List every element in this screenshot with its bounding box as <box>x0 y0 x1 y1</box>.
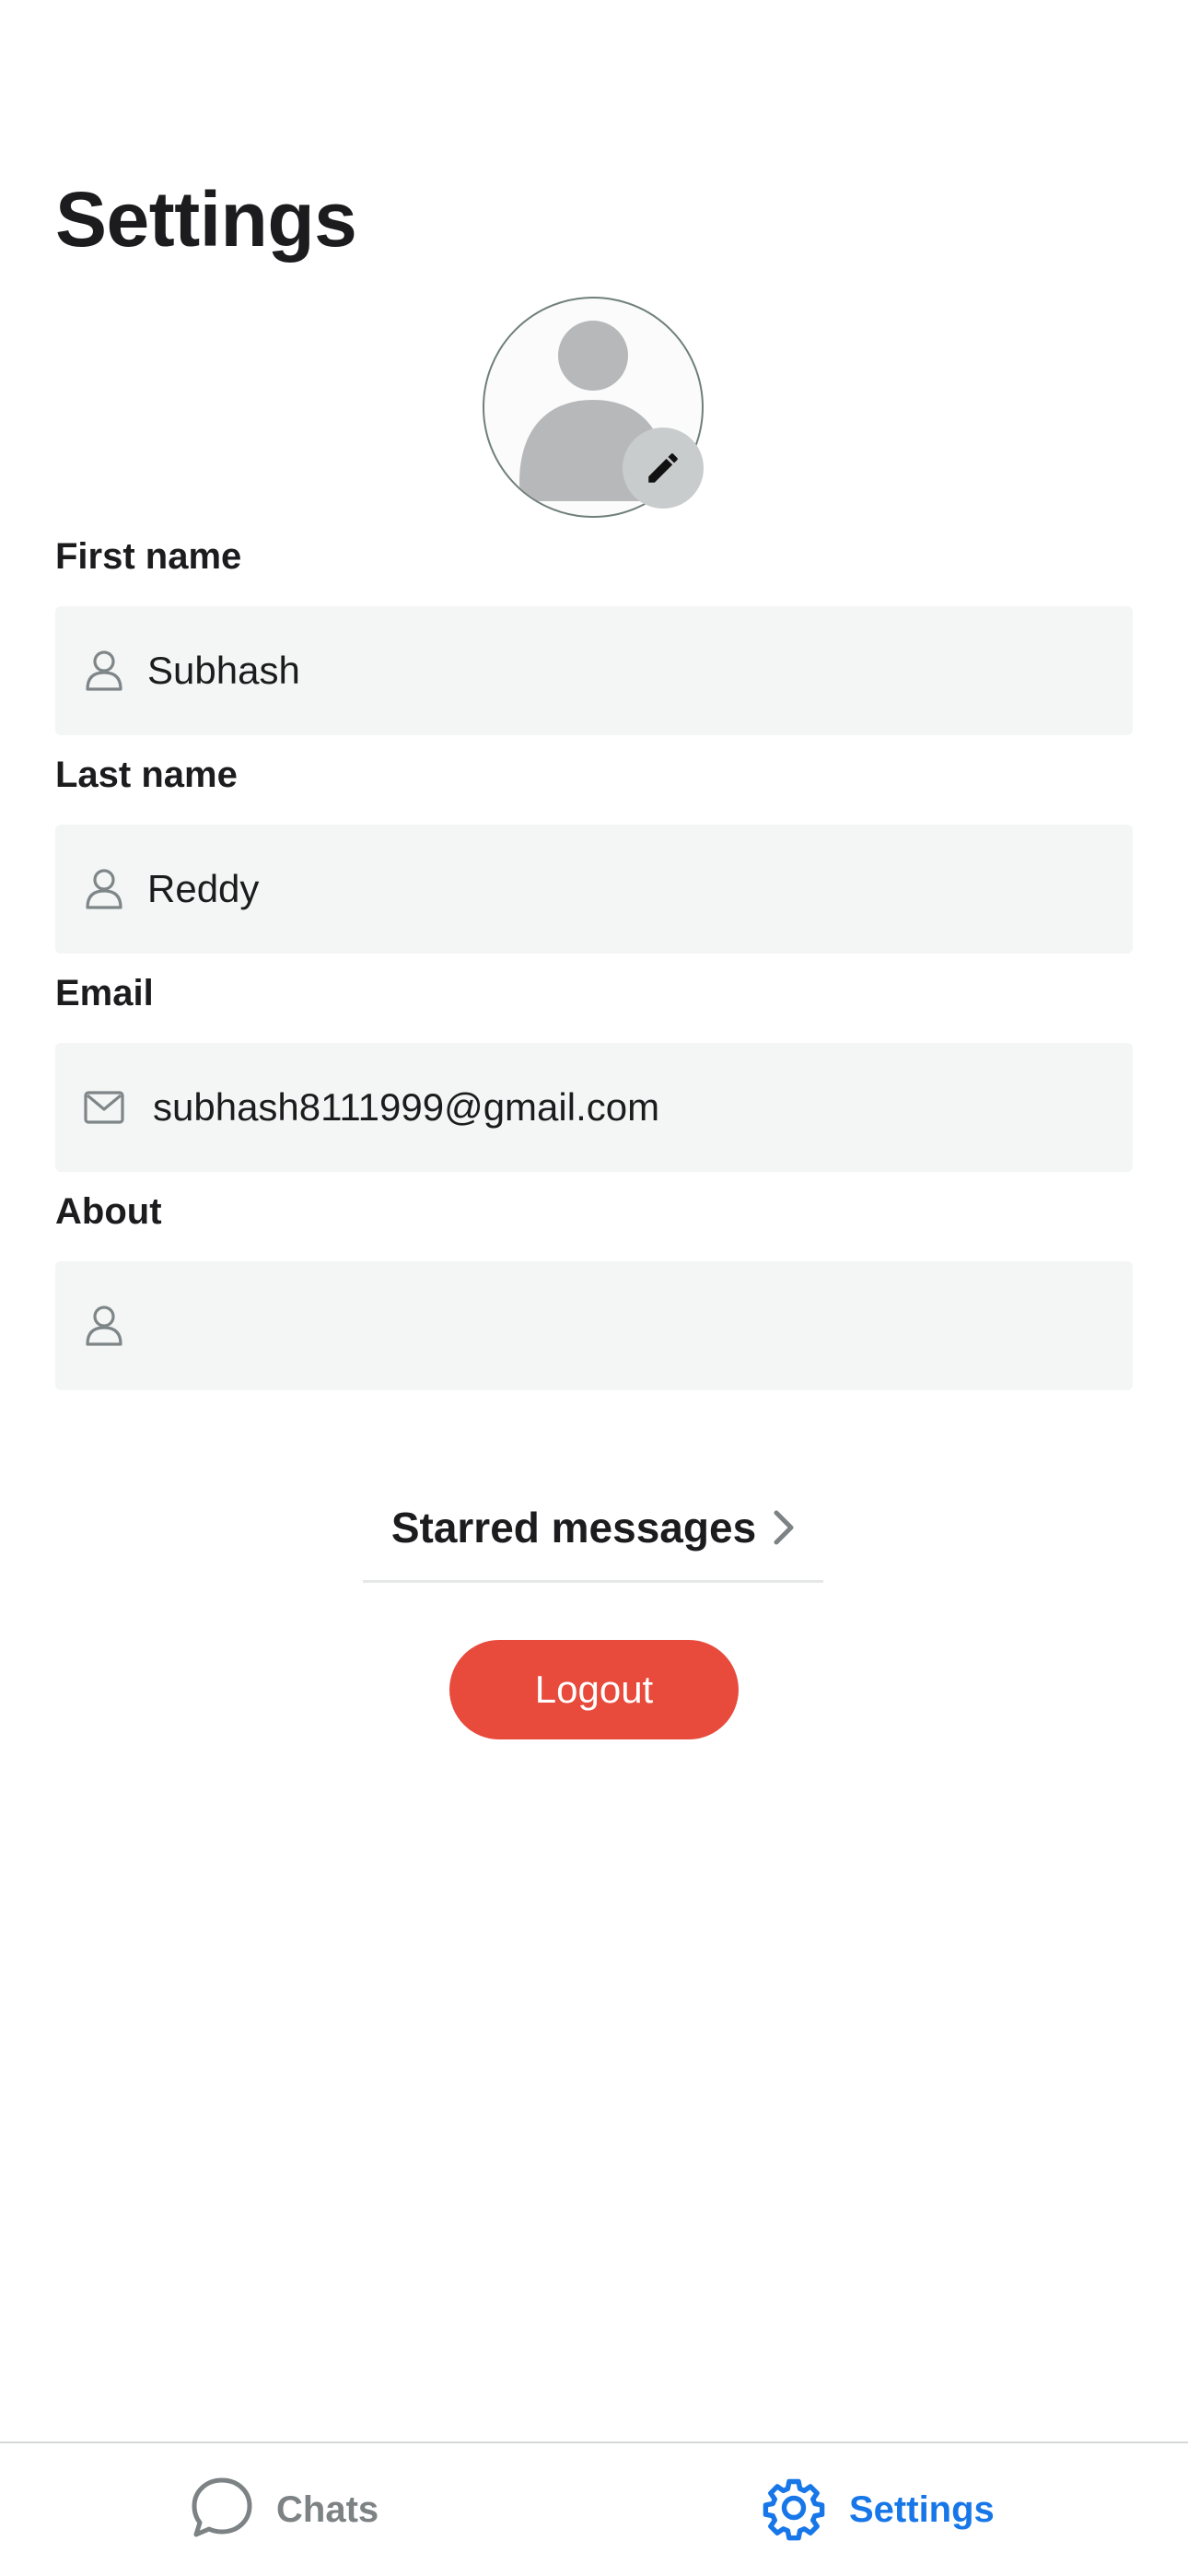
email-input[interactable] <box>153 1061 1111 1153</box>
pencil-icon <box>648 453 678 483</box>
email-label: Email <box>55 973 154 1013</box>
email-field[interactable] <box>55 1043 1133 1172</box>
chevron-right-icon <box>773 1509 795 1546</box>
about-input[interactable] <box>147 1280 1105 1372</box>
tab-settings[interactable]: Settings <box>761 2443 995 2576</box>
gear-icon <box>761 2475 827 2546</box>
first-name-label: First name <box>55 536 242 577</box>
chat-bubble-icon <box>190 2476 254 2545</box>
profile-avatar-area <box>483 297 704 518</box>
tab-settings-label: Settings <box>849 2488 995 2530</box>
edit-avatar-button[interactable] <box>623 427 704 509</box>
tab-chats[interactable]: Chats <box>190 2443 379 2576</box>
page-title: Settings <box>55 176 357 263</box>
last-name-input[interactable] <box>147 843 1105 935</box>
first-name-input[interactable] <box>147 625 1105 717</box>
last-name-label: Last name <box>55 755 238 795</box>
person-icon <box>79 646 129 696</box>
person-icon <box>79 864 129 914</box>
settings-screen: Settings First name Last name <box>0 0 1188 2576</box>
mail-icon <box>79 1083 129 1132</box>
about-field[interactable] <box>55 1261 1133 1390</box>
tab-chats-label: Chats <box>276 2488 379 2530</box>
bottom-tab-bar: Chats Settings <box>0 2441 1188 2576</box>
starred-messages-link[interactable]: Starred messages <box>363 1474 823 1583</box>
last-name-field[interactable] <box>55 825 1133 954</box>
logout-button[interactable]: Logout <box>449 1640 739 1739</box>
first-name-field[interactable] <box>55 606 1133 735</box>
starred-messages-label: Starred messages <box>390 1503 757 1551</box>
about-label: About <box>55 1191 162 1232</box>
person-icon <box>79 1301 129 1351</box>
